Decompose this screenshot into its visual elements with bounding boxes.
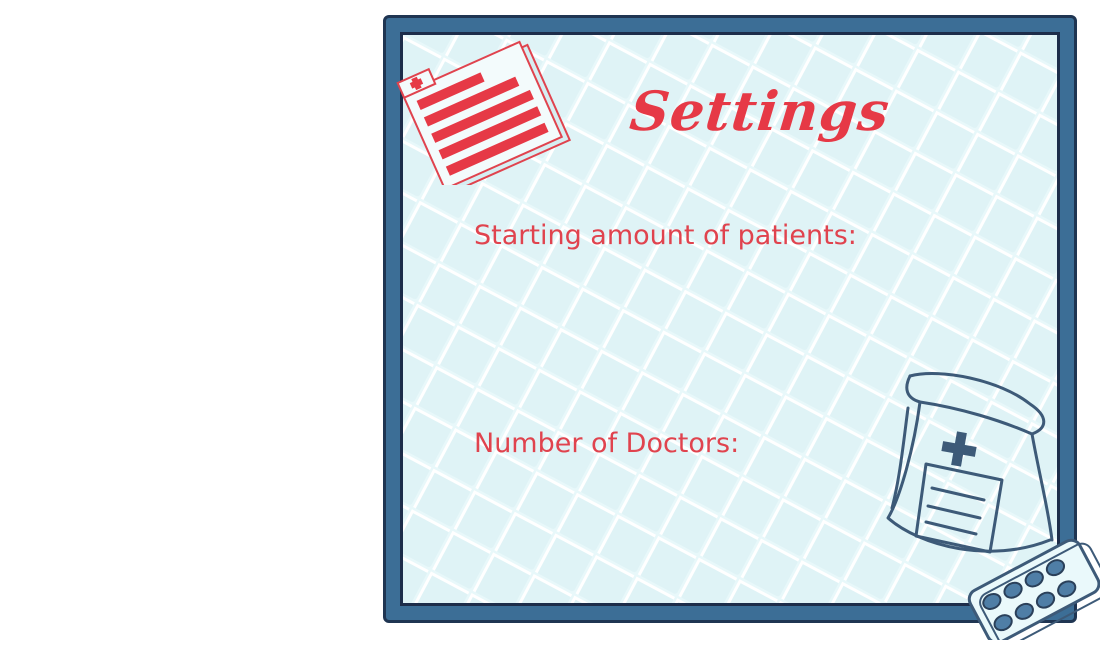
starting-patients-label: Starting amount of patients: [474, 220, 857, 251]
number-of-doctors-label: Number of Doctors: [474, 428, 740, 459]
settings-screen: Settings Starting amount of patients: Nu… [0, 0, 1109, 650]
medicine-bag-icon [886, 372, 1100, 640]
medical-chart-icon [396, 40, 572, 185]
pill-blister-icon [967, 538, 1100, 640]
